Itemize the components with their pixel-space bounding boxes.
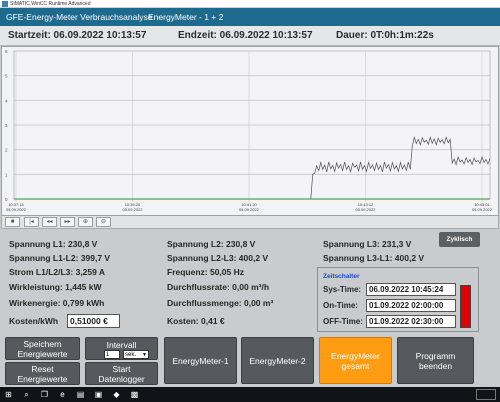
energymeter-1-button[interactable]: EnergyMeter-1 (164, 337, 237, 384)
app-title: GFE-Energy-Meter Verbrauchsanalyse (6, 12, 153, 22)
pinned-app-icon-2[interactable]: ◆ (112, 390, 121, 399)
frequenz: Frequenz: 50,05 Hz (167, 267, 244, 277)
programm-beenden-button[interactable]: Programm beenden (397, 337, 474, 384)
spannung-l1: Spannung L1: 230,8 V (9, 239, 98, 249)
durchflussrate: Durchflussrate: 0,00 m³/h (167, 282, 270, 292)
duration: Dauer: 0T:0h:1m:22s (336, 30, 434, 41)
kosten-per-kwh-label: Kosten/kWh (9, 316, 59, 326)
kosten-per-kwh-input[interactable]: 0,51000 € (67, 314, 120, 328)
task-view-icon[interactable]: ❐ (40, 390, 49, 399)
intervall-label: Intervall (106, 340, 137, 350)
spannung-l3-l1: Spannung L3-L1: 400,2 V (323, 253, 425, 263)
intervall-unit-value: sek. (125, 352, 137, 358)
edge-icon[interactable]: e (58, 390, 67, 399)
trend-chart[interactable]: 6 5 4 3 2 1 0 10:37:15 05.09.2022 10:39:20 05.09.2… (1, 46, 499, 216)
spannung-l2: Spannung L2: 230,8 V (167, 239, 256, 249)
time-bar: Startzeit: 06.09.2022 10:13:57 Endzeit: … (0, 26, 500, 46)
y-tick-label: 1 (5, 172, 8, 177)
trend-toolbar: ■ |◂ ◂◂ ▸▸ ⊕ ⊖ (1, 216, 499, 229)
x-tick-date: 05.09.2022 (472, 207, 493, 212)
zoom-in-icon[interactable]: ⊕ (78, 217, 93, 227)
zeitschalter-panel: Zeitschalter Sys-Time: 06.09.2022 10:45:… (317, 267, 479, 332)
kosten: Kosten: 0,41 € (167, 316, 225, 326)
intervall-control: Intervall 1 sek. ▼ (85, 337, 158, 360)
stop-icon[interactable]: ■ (5, 217, 20, 227)
x-tick-date: 05.09.2022 (6, 207, 27, 212)
x-tick-date: 05.09.2022 (355, 207, 376, 212)
start-datenlogger-button[interactable]: Start Datenlogger (85, 362, 158, 385)
start-time: Startzeit: 06.09.2022 10:13:57 (8, 30, 147, 41)
windows-taskbar: ⊞ ⌕ ❐ e ▤ ▣ ◆ ▩ (0, 387, 500, 402)
x-tick-date: 05.09.2022 (122, 207, 143, 212)
y-tick-label: 4 (5, 98, 8, 103)
y-tick-label: 2 (5, 148, 8, 153)
off-time-label: OFF-Time: (323, 317, 363, 326)
reset-energiewerte-button[interactable]: Reset Energiewerte (5, 362, 80, 385)
first-icon[interactable]: |◂ (24, 217, 39, 227)
search-icon[interactable]: ⌕ (22, 390, 31, 399)
zoom-out-icon[interactable]: ⊖ (96, 217, 111, 227)
y-tick-label: 6 (5, 49, 8, 54)
energymeter-gesamt-button[interactable]: EnergyMeter gesamt (319, 337, 392, 384)
sys-time-label: Sys-Time: (323, 285, 362, 294)
app-header: GFE-Energy-Meter Verbrauchsanalyse Energ… (0, 8, 500, 26)
meter-title: EnergyMeter - 1 + 2 (148, 12, 224, 22)
spannung-l3: Spannung L3: 231,3 V (323, 239, 412, 249)
zeitschalter-status-indicator (460, 285, 471, 328)
wirkleistung: Wirkleistung: 1,445 kW (9, 282, 102, 292)
zeitschalter-title: Zeitschalter (323, 273, 360, 280)
on-time-field[interactable]: 01.09.2022 02:00:00 (366, 299, 456, 312)
trend-chart-svg: 654321010:37:1505.09.202210:39:2005.09.2… (5, 49, 493, 212)
app-icon (2, 1, 8, 7)
spannung-l2-l3: Spannung L2-L3: 400,2 V (167, 253, 269, 263)
y-tick-label: 3 (5, 123, 8, 128)
forward-icon[interactable]: ▸▸ (60, 217, 75, 227)
intervall-unit-select[interactable]: sek. ▼ (123, 350, 149, 359)
sys-time-field[interactable]: 06.09.2022 10:45:24 (366, 283, 456, 296)
pinned-app-icon[interactable]: ▣ (94, 390, 103, 399)
system-tray-icon[interactable] (476, 389, 496, 400)
durchflussmenge: Durchflussmenge: 0,00 m³ (167, 298, 274, 308)
y-tick-label: 5 (5, 74, 8, 79)
spannung-l1-l2: Spannung L1-L2: 399,7 V (9, 253, 111, 263)
window-titlebar: SIMATIC WinCC Runtime Advanced (0, 0, 500, 8)
file-explorer-icon[interactable]: ▤ (76, 390, 85, 399)
zyklisch-button[interactable]: Zyklisch (439, 232, 480, 247)
window-title: SIMATIC WinCC Runtime Advanced (10, 1, 91, 7)
strom: Strom L1/L2/L3: 3,259 A (9, 267, 106, 277)
rewind-icon[interactable]: ◂◂ (42, 217, 57, 227)
windows-start-icon[interactable]: ⊞ (4, 390, 13, 399)
chevron-down-icon: ▼ (142, 352, 147, 358)
on-time-label: On-Time: (323, 301, 358, 310)
wirkenergie: Wirkenergie: 0,799 kWh (9, 298, 105, 308)
intervall-input[interactable]: 1 (104, 350, 120, 359)
energymeter-2-button[interactable]: EnergyMeter-2 (241, 337, 314, 384)
wincc-app-icon[interactable]: ▩ (130, 390, 139, 399)
x-tick-date: 05.09.2022 (239, 207, 260, 212)
off-time-field[interactable]: 01.09.2022 02:30:00 (366, 315, 456, 328)
speichern-energiewerte-button[interactable]: Speichern Energiewerte (5, 337, 80, 360)
end-time: Endzeit: 06.09.2022 10:13:57 (178, 30, 313, 41)
